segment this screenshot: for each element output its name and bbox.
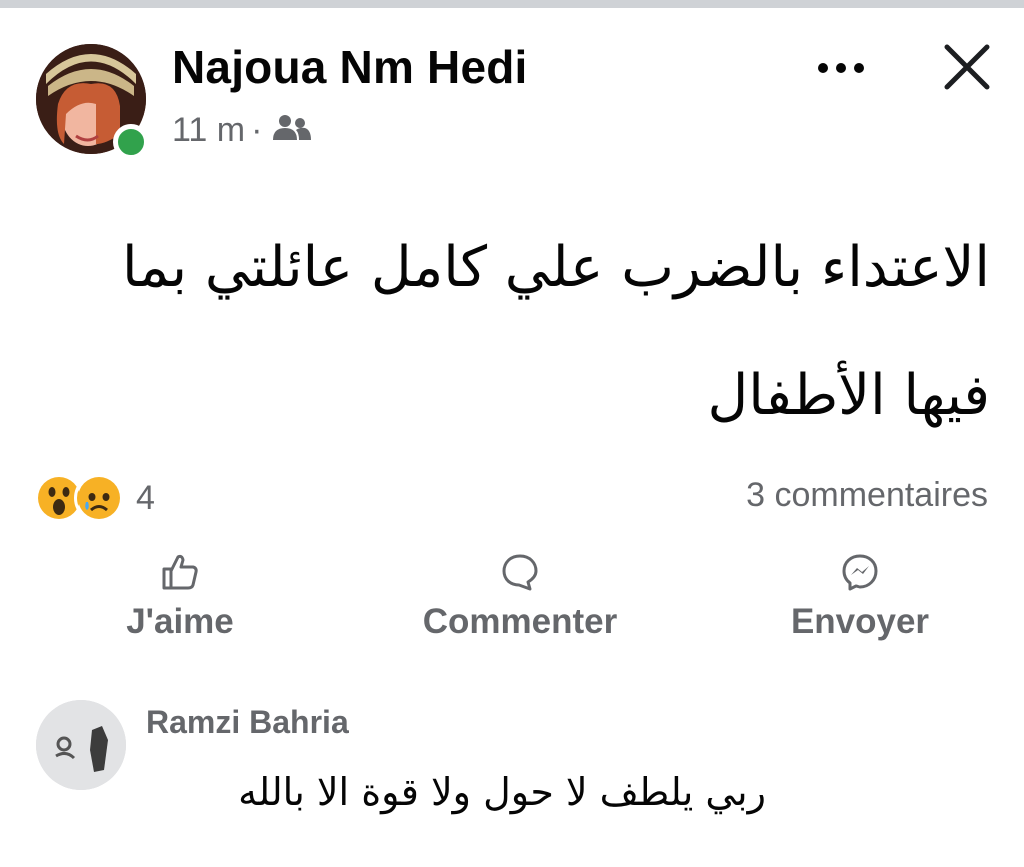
comment-label: Commenter — [422, 602, 618, 641]
post-meta: 11 m · — [172, 110, 312, 150]
meta-separator: · — [251, 110, 263, 149]
top-divider — [0, 0, 1024, 8]
more-horizontal-icon — [818, 63, 864, 73]
post-author-name[interactable]: Najoua Nm Hedi — [172, 40, 528, 94]
comment-button[interactable]: Commenter — [400, 552, 640, 662]
like-label: J'aime — [126, 602, 234, 641]
reaction-count: 4 — [136, 478, 155, 517]
close-icon — [944, 44, 990, 90]
thumbs-up-icon — [162, 554, 198, 590]
online-status-dot — [113, 124, 149, 160]
post-text: الاعتداء بالضرب علي كامل عائلتي بما فيها… — [40, 204, 990, 460]
more-options-button[interactable] — [810, 48, 872, 88]
commenter-avatar-image — [36, 700, 126, 790]
post-text-line-2: فيها الأطفال — [707, 363, 991, 428]
messenger-icon — [842, 554, 878, 591]
comment-text: ربي يلطف لا حول ولا قوة الا بالله — [238, 770, 766, 814]
send-label: Envoyer — [790, 602, 930, 641]
reactions-summary[interactable]: 4 — [34, 473, 155, 523]
comments-count-link[interactable]: 3 commentaires — [746, 476, 988, 515]
comment-bubble-icon — [502, 554, 538, 591]
post-text-line-1: الاعتداء بالضرب علي كامل عائلتي بما — [122, 235, 990, 300]
post-timestamp[interactable]: 11 m — [172, 111, 245, 150]
commenter-name[interactable]: Ramzi Bahria — [146, 704, 349, 741]
sad-reaction-icon — [74, 473, 124, 523]
commenter-avatar[interactable] — [36, 700, 126, 790]
like-button[interactable]: J'aime — [110, 552, 250, 662]
send-button[interactable]: Envoyer — [770, 552, 950, 662]
friends-icon[interactable] — [272, 113, 312, 152]
close-button[interactable] — [936, 36, 998, 98]
